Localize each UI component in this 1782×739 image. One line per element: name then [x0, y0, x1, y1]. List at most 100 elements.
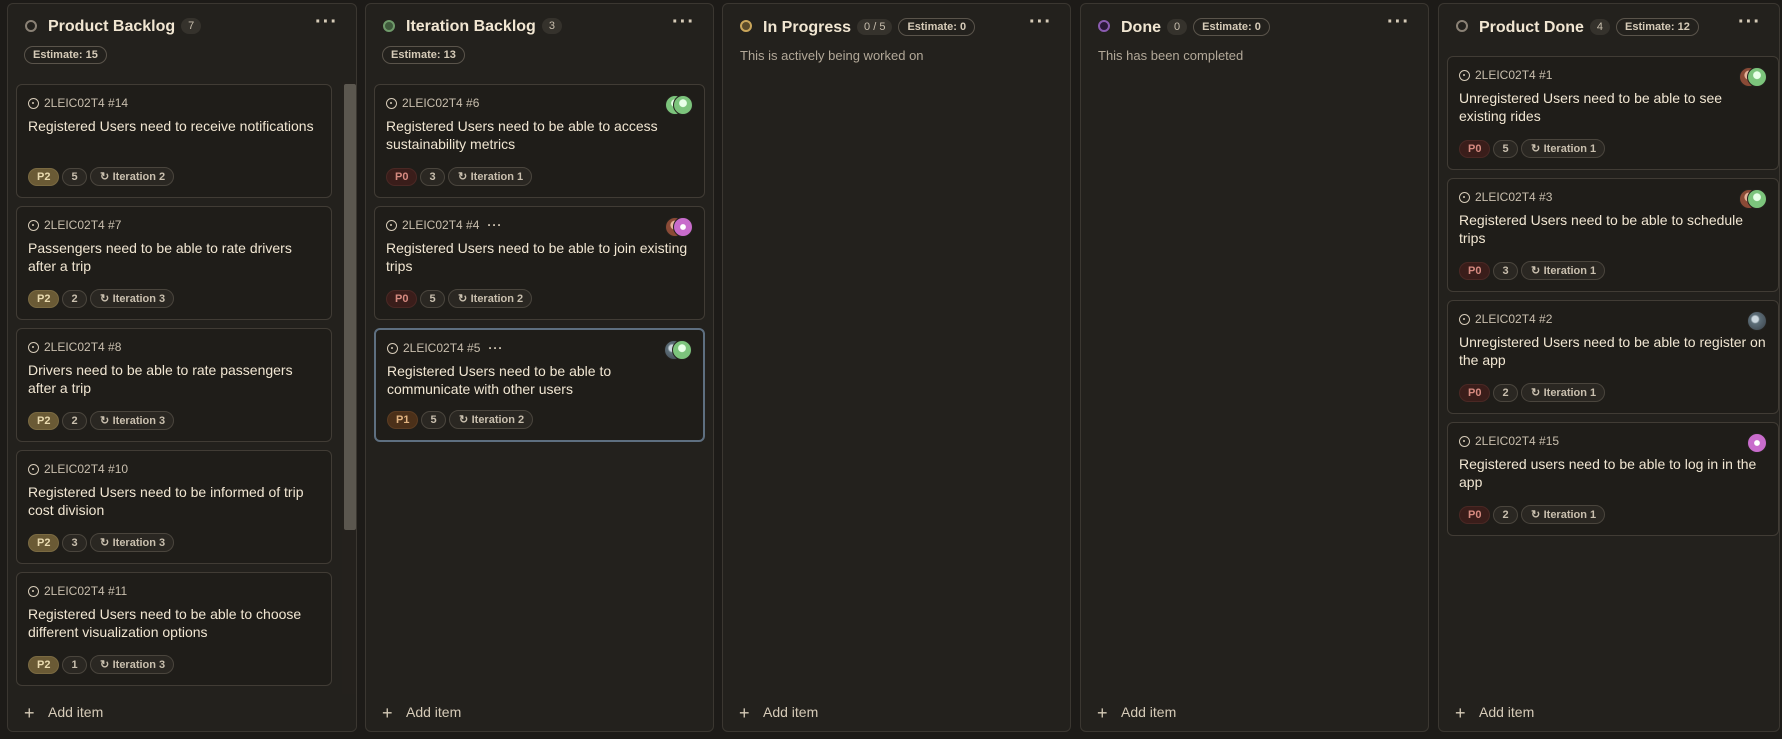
card-list: 2LEIC02T4 #6 Registered Users need to be…	[374, 84, 705, 450]
card-tags: P0 5 ↻ Iteration 2	[386, 289, 535, 308]
issue-title[interactable]: Unregistered Users need to be able to se…	[1459, 89, 1767, 125]
iteration-badge: ↻ Iteration 2	[448, 410, 534, 429]
estimate-badge: Estimate: 13	[382, 46, 465, 64]
issue-card[interactable]: 2LEIC02T4 #1 Unregistered Users need to …	[1447, 56, 1779, 170]
avatar[interactable]	[1747, 67, 1767, 87]
priority-badge: P2	[28, 168, 60, 186]
add-item-label: Add item	[763, 704, 819, 720]
issue-card-selected[interactable]: 2LEIC02T4 #5 ··· Registered Users need to…	[374, 328, 705, 442]
issue-card[interactable]: 2LEIC02T4 #7 Passengers need to be able …	[16, 206, 332, 320]
iteration-icon: ↻	[457, 293, 468, 305]
issue-card[interactable]: 2LEIC02T4 #4 ··· Registered Users need to…	[374, 206, 705, 320]
issue-id[interactable]: 2LEIC02T4 #4 ···	[386, 217, 693, 233]
issue-card[interactable]: 2LEIC02T4 #6 Registered Users need to be…	[374, 84, 705, 198]
issue-title[interactable]: Registered Users need to be able to comm…	[387, 362, 692, 398]
issue-title[interactable]: Registered Users need to receive notific…	[28, 117, 320, 135]
issue-id[interactable]: 2LEIC02T4 #6	[386, 95, 693, 111]
issue-id[interactable]: 2LEIC02T4 #10	[28, 461, 320, 477]
column-scrollbar[interactable]	[342, 82, 356, 696]
issue-id-text: 2LEIC02T4 #7	[44, 218, 122, 232]
issue-card[interactable]: 2LEIC02T4 #14 Registered Users need to r…	[16, 84, 332, 198]
issue-id[interactable]: 2LEIC02T4 #7	[28, 217, 320, 233]
iteration-label: Iteration 2	[112, 171, 166, 183]
iteration-badge: ↻ Iteration 1	[1520, 261, 1606, 280]
issue-title[interactable]: Registered Users need to be able to sche…	[1459, 211, 1767, 247]
column-description: This has been completed	[1098, 48, 1244, 63]
issue-id[interactable]: 2LEIC02T4 #15	[1459, 433, 1767, 449]
iteration-icon: ↻	[1530, 265, 1541, 277]
add-item-button[interactable]: + Add item	[1097, 703, 1176, 723]
points-badge: 1	[62, 656, 87, 674]
open-issue-icon	[28, 98, 39, 109]
column-menu-icon[interactable]: ···	[1738, 12, 1761, 32]
issue-card[interactable]: 2LEIC02T4 #3 Registered Users need to be…	[1447, 178, 1779, 292]
avatar[interactable]	[1747, 311, 1767, 331]
card-menu-icon[interactable]: ···	[488, 341, 503, 355]
issue-id[interactable]: 2LEIC02T4 #2	[1459, 311, 1767, 327]
iteration-badge: ↻ Iteration 3	[89, 411, 175, 430]
issue-id-text: 2LEIC02T4 #4	[402, 218, 480, 232]
add-item-button[interactable]: + Add item	[24, 703, 103, 723]
card-tags: P1 5 ↻ Iteration 2	[387, 410, 536, 429]
column-iteration-backlog: Iteration Backlog 3 Estimate: 13 ··· 2LEI…	[365, 3, 714, 732]
avatar[interactable]	[1747, 189, 1767, 209]
column-menu-icon[interactable]: ···	[672, 12, 695, 32]
column-title-text: In Progress	[763, 19, 852, 36]
issue-card[interactable]: 2LEIC02T4 #11 Registered Users need to b…	[16, 572, 332, 686]
card-tags: P0 2 ↻ Iteration 1	[1459, 505, 1608, 524]
issue-title[interactable]: Registered users need to be able to log …	[1459, 455, 1767, 491]
avatar[interactable]	[673, 95, 693, 115]
card-list: 2LEIC02T4 #1 Unregistered Users need to …	[1447, 56, 1779, 544]
issue-card[interactable]: 2LEIC02T4 #2 Unregistered Users need to …	[1447, 300, 1779, 414]
column-menu-icon[interactable]: ···	[1029, 12, 1052, 32]
column-title-text: Product Backlog	[48, 18, 176, 35]
avatar[interactable]	[672, 340, 692, 360]
issue-id[interactable]: 2LEIC02T4 #11	[28, 583, 320, 599]
avatar[interactable]	[673, 217, 693, 237]
column-menu-icon[interactable]: ···	[1387, 12, 1410, 32]
card-tags: P2 3 ↻ Iteration 3	[28, 533, 177, 552]
open-issue-icon	[386, 98, 397, 109]
iteration-badge: ↻ Iteration 1	[447, 167, 533, 186]
issue-id-text: 2LEIC02T4 #6	[402, 96, 480, 110]
item-count-badge: 0 / 5	[857, 19, 893, 35]
add-item-button[interactable]: + Add item	[1455, 703, 1534, 723]
iteration-badge: ↻ Iteration 2	[89, 167, 175, 186]
issue-card[interactable]: 2LEIC02T4 #8 Drivers need to be able to …	[16, 328, 332, 442]
card-menu-icon[interactable]: ···	[487, 218, 502, 232]
issue-card[interactable]: 2LEIC02T4 #10 Registered Users need to b…	[16, 450, 332, 564]
issue-id[interactable]: 2LEIC02T4 #8	[28, 339, 320, 355]
iteration-badge: ↻ Iteration 1	[1520, 383, 1606, 402]
priority-badge: P2	[28, 412, 60, 430]
iteration-label: Iteration 1	[1543, 143, 1597, 155]
issue-id[interactable]: 2LEIC02T4 #1	[1459, 67, 1767, 83]
scrollbar-thumb[interactable]	[344, 84, 356, 530]
issue-id[interactable]: 2LEIC02T4 #3	[1459, 189, 1767, 205]
add-item-button[interactable]: + Add item	[382, 703, 461, 723]
issue-title[interactable]: Unregistered Users need to be able to re…	[1459, 333, 1767, 369]
issue-id[interactable]: 2LEIC02T4 #5 ···	[387, 340, 692, 356]
column-header: Iteration Backlog 3 Estimate: 13 ···	[366, 4, 713, 74]
open-issue-icon	[28, 342, 39, 353]
plus-icon: +	[739, 703, 750, 723]
column-footer: + Add item	[8, 694, 356, 731]
iteration-icon: ↻	[1530, 387, 1541, 399]
add-item-button[interactable]: + Add item	[739, 703, 818, 723]
issue-title[interactable]: Registered Users need to be informed of …	[28, 483, 320, 519]
issue-title[interactable]: Passengers need to be able to rate drive…	[28, 239, 320, 275]
issue-id-text: 2LEIC02T4 #2	[1475, 312, 1553, 326]
iteration-badge: ↻ Iteration 1	[1520, 505, 1606, 524]
iteration-badge: ↻ Iteration 3	[89, 289, 175, 308]
points-badge: 5	[421, 411, 446, 429]
avatar[interactable]	[1747, 433, 1767, 453]
issue-title[interactable]: Registered Users need to be able to choo…	[28, 605, 320, 641]
issue-card[interactable]: 2LEIC02T4 #15 Registered users need to b…	[1447, 422, 1779, 536]
issue-title[interactable]: Drivers need to be able to rate passenge…	[28, 361, 320, 397]
issue-title[interactable]: Registered Users need to be able to acce…	[386, 117, 693, 153]
issue-id[interactable]: 2LEIC02T4 #14	[28, 95, 320, 111]
issue-title[interactable]: Registered Users need to be able to join…	[386, 239, 693, 275]
estimate-badge: Estimate: 12	[1616, 18, 1699, 36]
priority-badge: P2	[28, 656, 60, 674]
column-menu-icon[interactable]: ···	[315, 12, 338, 32]
card-tags: P0 5 ↻ Iteration 1	[1459, 139, 1608, 158]
